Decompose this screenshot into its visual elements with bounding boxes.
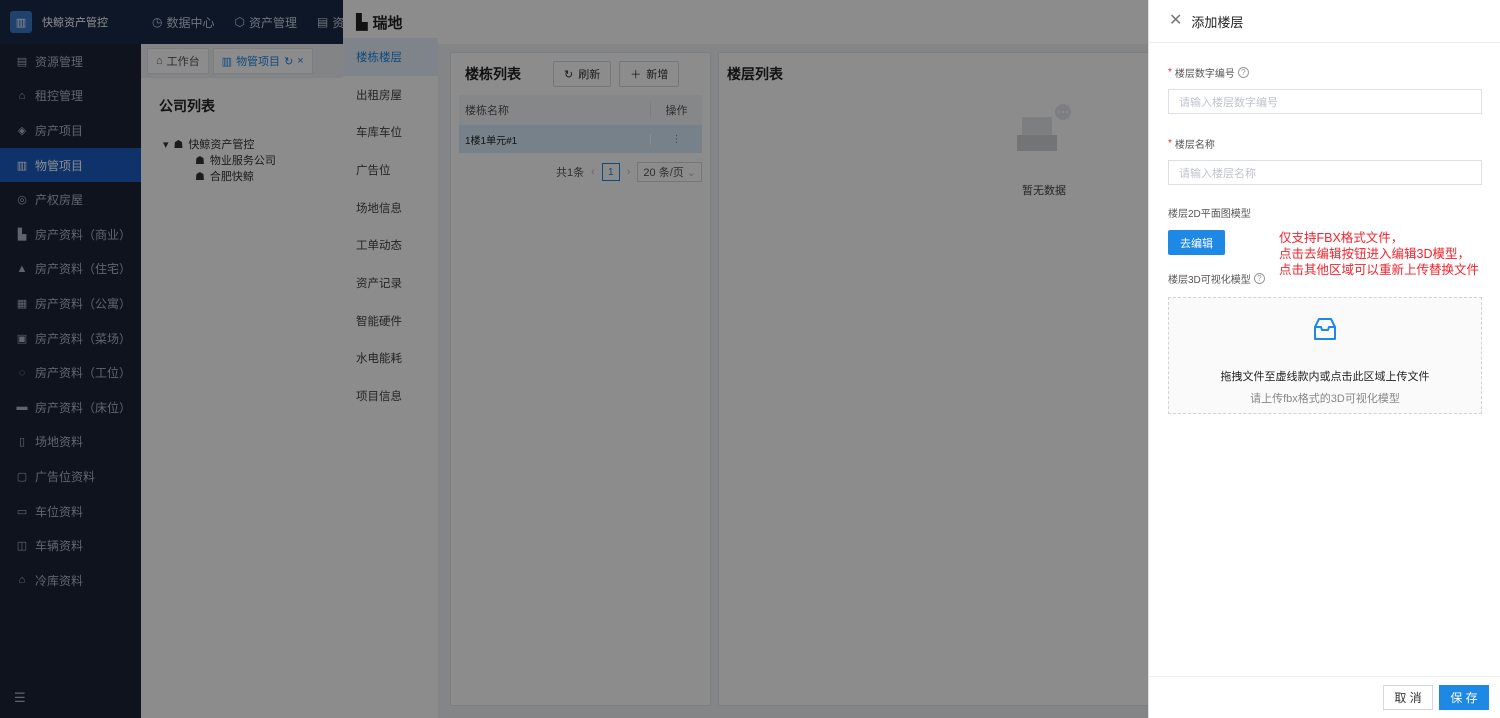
upload-dropzone[interactable]: 拖拽文件至虚线款内或点击此区域上传文件 请上传fbx格式的3D可视化模型 (1168, 297, 1482, 414)
upload-hint: 拖拽文件至虚线款内或点击此区域上传文件 (1220, 371, 1430, 383)
drawer-footer: 取 消 保 存 (1149, 676, 1500, 718)
inbox-icon (1314, 318, 1336, 340)
edit-model-button[interactable]: 去编辑 (1168, 230, 1225, 255)
annotation-note: 仅支持FBX格式文件， 点击去编辑按钮进入编辑3D模型， 点击其他区域可以重新上… (1279, 231, 1480, 277)
floor-name-label: * 楼层名称 (1168, 138, 1215, 151)
required-mark: * (1168, 138, 1172, 149)
model-2d-label: 楼层2D平面图模型 (1168, 209, 1251, 220)
floor-name-input[interactable]: 请输入楼层名称 (1168, 160, 1482, 185)
floor-number-label: * 楼层数字编号? (1168, 65, 1481, 80)
cancel-button[interactable]: 取 消 (1383, 685, 1433, 710)
upload-subhint: 请上传fbx格式的3D可视化模型 (1250, 393, 1400, 405)
close-icon[interactable]: ✕ (1169, 13, 1182, 29)
drawer-header: ✕ 添加楼层 (1149, 0, 1500, 43)
modal-mask[interactable] (0, 0, 1148, 718)
save-button[interactable]: 保 存 (1439, 685, 1489, 710)
floor-number-input[interactable]: 请输入楼层数字编号 (1168, 89, 1482, 114)
required-mark: * (1168, 67, 1172, 78)
drawer-title: 添加楼层 (1191, 14, 1244, 30)
add-floor-drawer: ✕ 添加楼层 * 楼层数字编号? 请输入楼层数字编号 * 楼层名称 请输入楼层名称 … (1148, 0, 1500, 718)
help-icon[interactable]: ? (1237, 67, 1249, 78)
help-icon[interactable]: ? (1253, 273, 1265, 284)
